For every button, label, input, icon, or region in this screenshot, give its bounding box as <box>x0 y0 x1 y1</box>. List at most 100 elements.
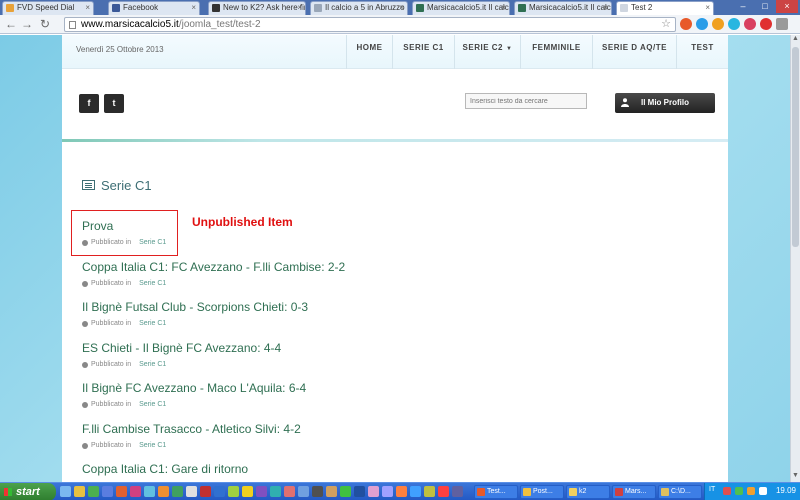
start-button[interactable]: start <box>0 483 56 500</box>
extension-icon[interactable] <box>728 18 740 30</box>
maximize-icon[interactable]: □ <box>754 0 776 13</box>
quick-launch-icon[interactable] <box>200 486 211 497</box>
quick-launch-icon[interactable] <box>312 486 323 497</box>
item-title-link[interactable]: Il Bignè FC Avezzano - Maco L'Aquila: 6-… <box>82 381 306 395</box>
extension-icon[interactable] <box>696 18 708 30</box>
menu-item-serie-d[interactable]: SERIE D AQ/TE <box>592 35 676 69</box>
taskbar-task[interactable]: k2 <box>566 485 610 499</box>
quick-launch-icon[interactable] <box>186 486 197 497</box>
browser-tab[interactable]: Il calcio a 5 in Abruzzo - Mar× <box>310 1 408 15</box>
browser-tab[interactable]: FVD Speed Dial × <box>2 1 94 15</box>
item-title-link[interactable]: Coppa Italia C1: Gare di ritorno <box>82 462 248 476</box>
tray-icon[interactable] <box>735 487 743 495</box>
taskbar-task[interactable]: Mars... <box>612 485 656 499</box>
tab-close-icon[interactable]: × <box>191 2 196 14</box>
facebook-icon[interactable]: f <box>79 94 99 113</box>
address-bar[interactable]: www.marsicacalcio5.it/joomla_test/test-2… <box>64 17 676 32</box>
quick-launch-icon[interactable] <box>382 486 393 497</box>
header-divider <box>62 139 728 142</box>
scroll-up-icon[interactable]: ▲ <box>791 35 800 45</box>
category-link[interactable]: Serie C1 <box>139 239 166 246</box>
page-scrollbar[interactable]: ▲ ▼ <box>790 35 800 482</box>
forward-arrow-icon[interactable]: → <box>20 17 34 31</box>
category-link[interactable]: Serie C1 <box>139 320 166 327</box>
quick-launch-icon[interactable] <box>74 486 85 497</box>
category-link[interactable]: Serie C1 <box>139 401 166 408</box>
quick-launch-icon[interactable] <box>452 486 463 497</box>
item-title-link[interactable]: F.lli Cambise Trasacco - Atletico Silvi:… <box>82 422 301 436</box>
tab-close-icon[interactable]: × <box>297 2 302 14</box>
menu-item-home[interactable]: HOME <box>346 35 392 69</box>
browser-tab[interactable]: Facebook × <box>108 1 200 15</box>
language-indicator[interactable]: IT <box>709 486 715 493</box>
quick-launch-icon[interactable] <box>88 486 99 497</box>
quick-launch-icon[interactable] <box>242 486 253 497</box>
minimize-icon[interactable]: – <box>732 0 754 13</box>
quick-launch-icon[interactable] <box>214 486 225 497</box>
scroll-down-icon[interactable]: ▼ <box>791 472 800 482</box>
quick-launch-icon[interactable] <box>354 486 365 497</box>
browser-tab-active[interactable]: Test 2 × <box>616 1 714 15</box>
menu-item-test[interactable]: TEST <box>676 35 728 69</box>
browser-tab[interactable]: Marsicacalcio5.it Il calcio a× <box>412 1 510 15</box>
category-link[interactable]: Serie C1 <box>139 280 166 287</box>
search-input[interactable] <box>465 93 587 109</box>
quick-launch-icon[interactable] <box>172 486 183 497</box>
window-close-icon[interactable]: × <box>776 0 798 13</box>
twitter-icon[interactable]: t <box>104 94 124 113</box>
quick-launch-icon[interactable] <box>256 486 267 497</box>
quick-launch-icon[interactable] <box>158 486 169 497</box>
bookmark-star-icon[interactable]: ☆ <box>661 18 671 31</box>
quick-launch-icon[interactable] <box>102 486 113 497</box>
extension-icon[interactable] <box>744 18 756 30</box>
tab-close-icon[interactable]: × <box>85 2 90 14</box>
tab-close-icon[interactable]: × <box>705 2 710 14</box>
tab-close-icon[interactable]: × <box>603 2 608 14</box>
menu-item-serie-c1[interactable]: SERIE C1 <box>392 35 454 69</box>
quick-launch-icon[interactable] <box>326 486 337 497</box>
quick-launch-icon[interactable] <box>410 486 421 497</box>
taskbar-task[interactable]: C:\D... <box>658 485 702 499</box>
extension-icon[interactable] <box>680 18 692 30</box>
tab-close-icon[interactable]: × <box>399 2 404 14</box>
tab-close-icon[interactable]: × <box>501 2 506 14</box>
quick-launch-icon[interactable] <box>396 486 407 497</box>
menu-item-femminile[interactable]: FEMMINILE <box>520 35 592 69</box>
wrench-menu-icon[interactable] <box>776 18 788 30</box>
item-meta: Pubblicato in Serie C1 <box>82 239 166 246</box>
extension-icon[interactable] <box>712 18 724 30</box>
item-title-link[interactable]: Il Bignè Futsal Club - Scorpions Chieti:… <box>82 300 308 314</box>
my-profile-button[interactable]: Il Mio Profilo <box>615 93 715 113</box>
quick-launch-icon[interactable] <box>368 486 379 497</box>
quick-launch-icon[interactable] <box>130 486 141 497</box>
quick-launch-icon[interactable] <box>424 486 435 497</box>
tray-icon[interactable] <box>723 487 731 495</box>
tray-icon[interactable] <box>747 487 755 495</box>
quick-launch-icon[interactable] <box>284 486 295 497</box>
scrollbar-thumb[interactable] <box>792 47 799 247</box>
extension-icon[interactable] <box>760 18 772 30</box>
item-title-link[interactable]: Coppa Italia C1: FC Avezzano - F.lli Cam… <box>82 260 345 274</box>
quick-launch-icon[interactable] <box>298 486 309 497</box>
tray-icon[interactable] <box>759 487 767 495</box>
menu-item-serie-c2[interactable]: SERIE C2 ▼ <box>454 35 520 69</box>
item-title-link[interactable]: Prova <box>82 219 166 233</box>
quick-launch-icon[interactable] <box>270 486 281 497</box>
browser-tab[interactable]: Marsicacalcio5.it Il calcio a× <box>514 1 612 15</box>
category-link[interactable]: Serie C1 <box>139 442 166 449</box>
back-arrow-icon[interactable]: ← <box>4 17 18 31</box>
quick-launch-icon[interactable] <box>438 486 449 497</box>
quick-launch-icon[interactable] <box>116 486 127 497</box>
browser-tab[interactable]: New to K2? Ask here first! × <box>208 1 306 15</box>
taskbar-task[interactable]: Post... <box>520 485 564 499</box>
quick-launch-icon[interactable] <box>144 486 155 497</box>
windows-logo-icon <box>4 488 12 496</box>
chevron-down-icon: ▼ <box>506 46 513 52</box>
quick-launch-icon[interactable] <box>60 486 71 497</box>
category-link[interactable]: Serie C1 <box>139 361 166 368</box>
quick-launch-icon[interactable] <box>340 486 351 497</box>
item-title-link[interactable]: ES Chieti - Il Bignè FC Avezzano: 4-4 <box>82 341 281 355</box>
quick-launch-icon[interactable] <box>228 486 239 497</box>
reload-icon[interactable]: ↻ <box>38 17 52 31</box>
taskbar-task[interactable]: Test... <box>474 485 518 499</box>
